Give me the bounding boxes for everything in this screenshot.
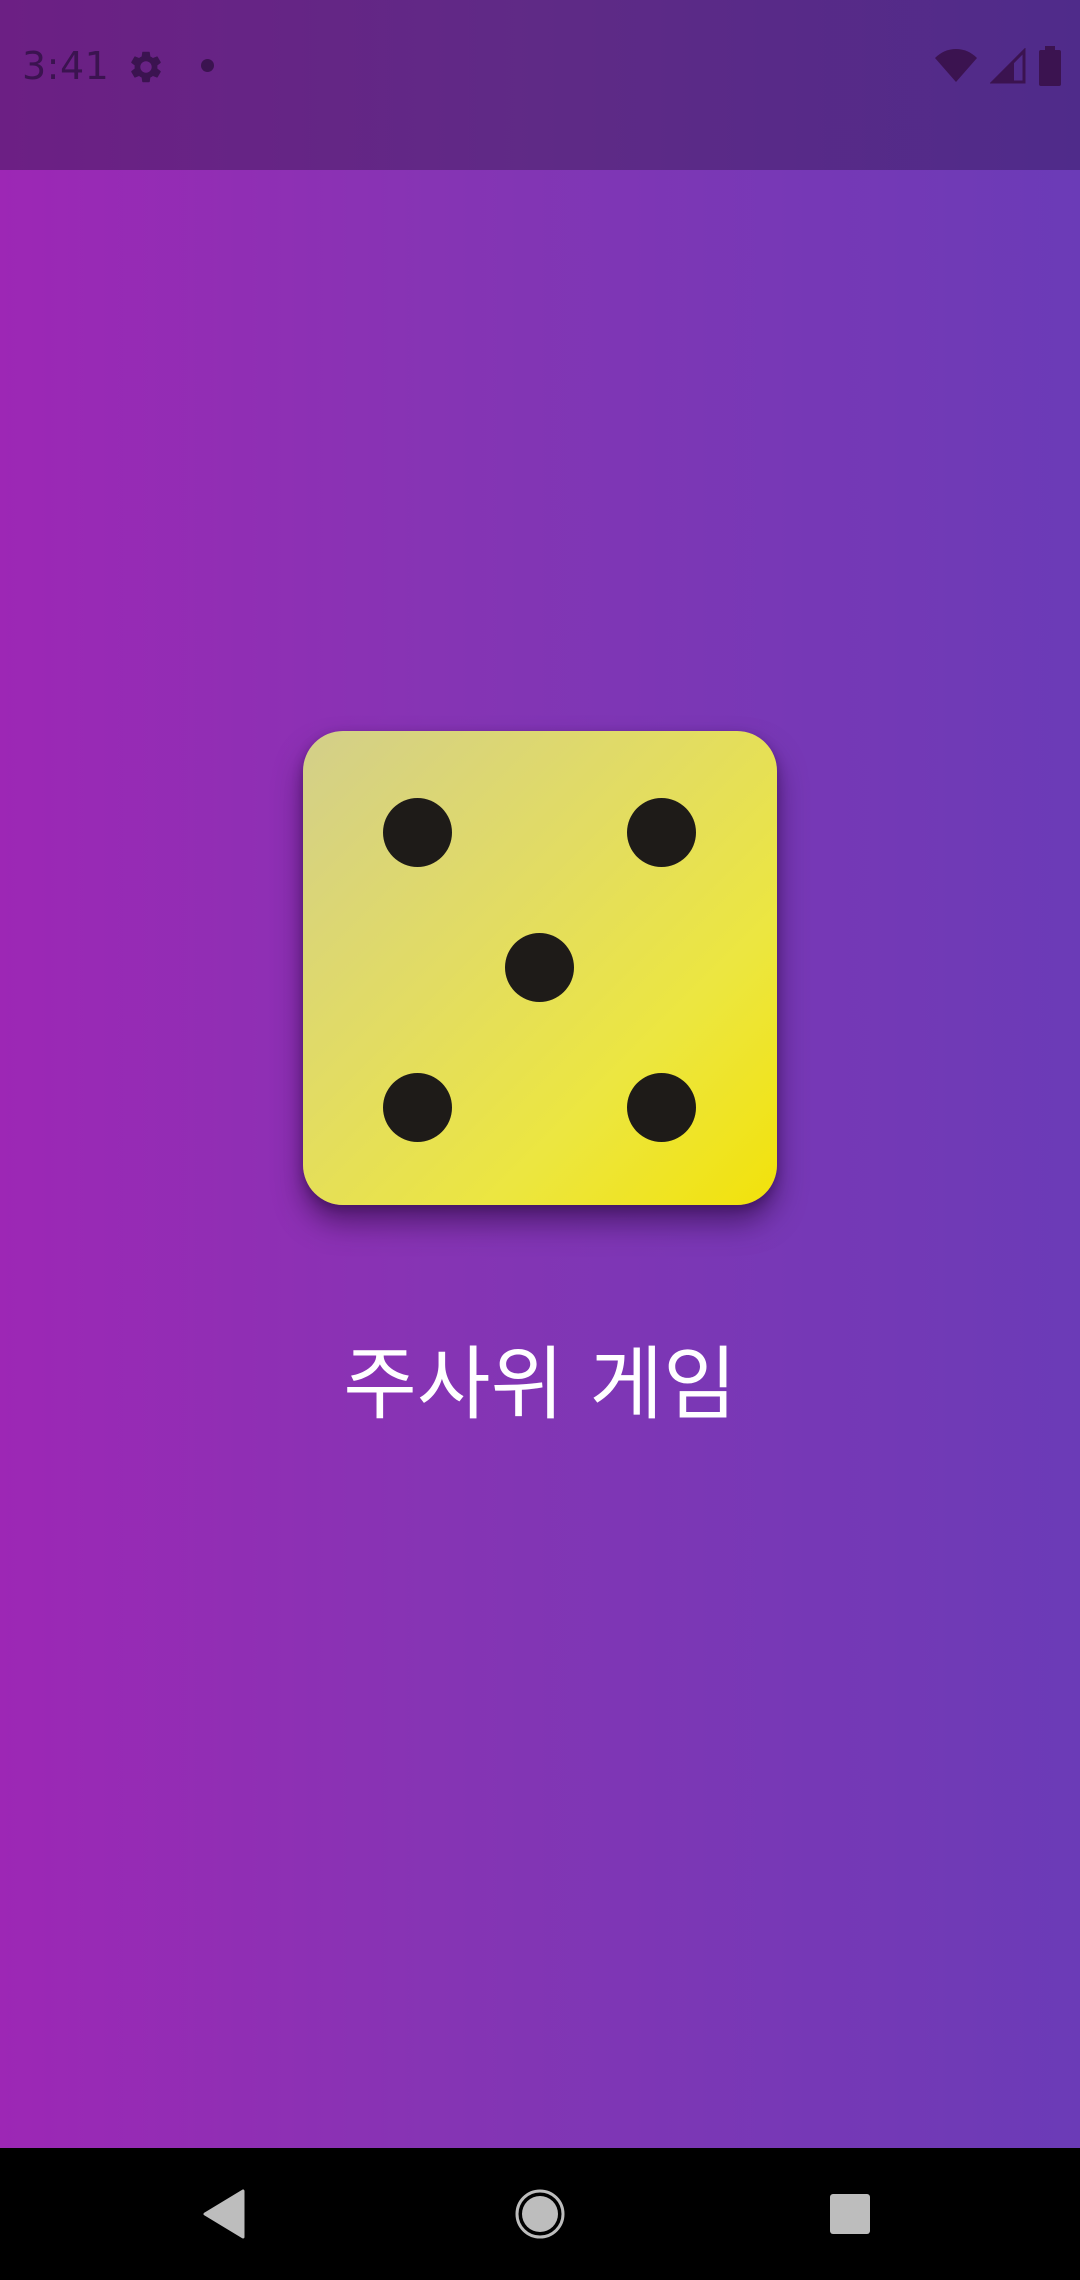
navigation-bar	[0, 2148, 1080, 2280]
dice-pip	[383, 1073, 452, 1142]
cellular-signal-icon	[990, 48, 1026, 84]
home-icon	[515, 2189, 565, 2239]
recents-button[interactable]	[790, 2148, 910, 2280]
recents-icon	[830, 2194, 870, 2234]
dice[interactable]	[303, 731, 777, 1205]
game-title: 주사위 게임	[343, 1338, 737, 1431]
wifi-icon	[935, 49, 977, 82]
back-button[interactable]	[165, 2148, 285, 2280]
dice-pip	[505, 933, 574, 1002]
dice-pip	[383, 798, 452, 867]
status-bar: 3:41	[0, 0, 1080, 170]
back-icon	[203, 2189, 245, 2239]
status-time: 3:41	[22, 44, 110, 88]
battery-icon	[1039, 46, 1061, 86]
dice-pip	[627, 1073, 696, 1142]
home-button[interactable]	[480, 2148, 600, 2280]
notification-dot-icon	[201, 59, 214, 72]
gear-icon	[131, 51, 161, 83]
status-icons	[934, 46, 1062, 86]
dice-pip	[627, 798, 696, 867]
